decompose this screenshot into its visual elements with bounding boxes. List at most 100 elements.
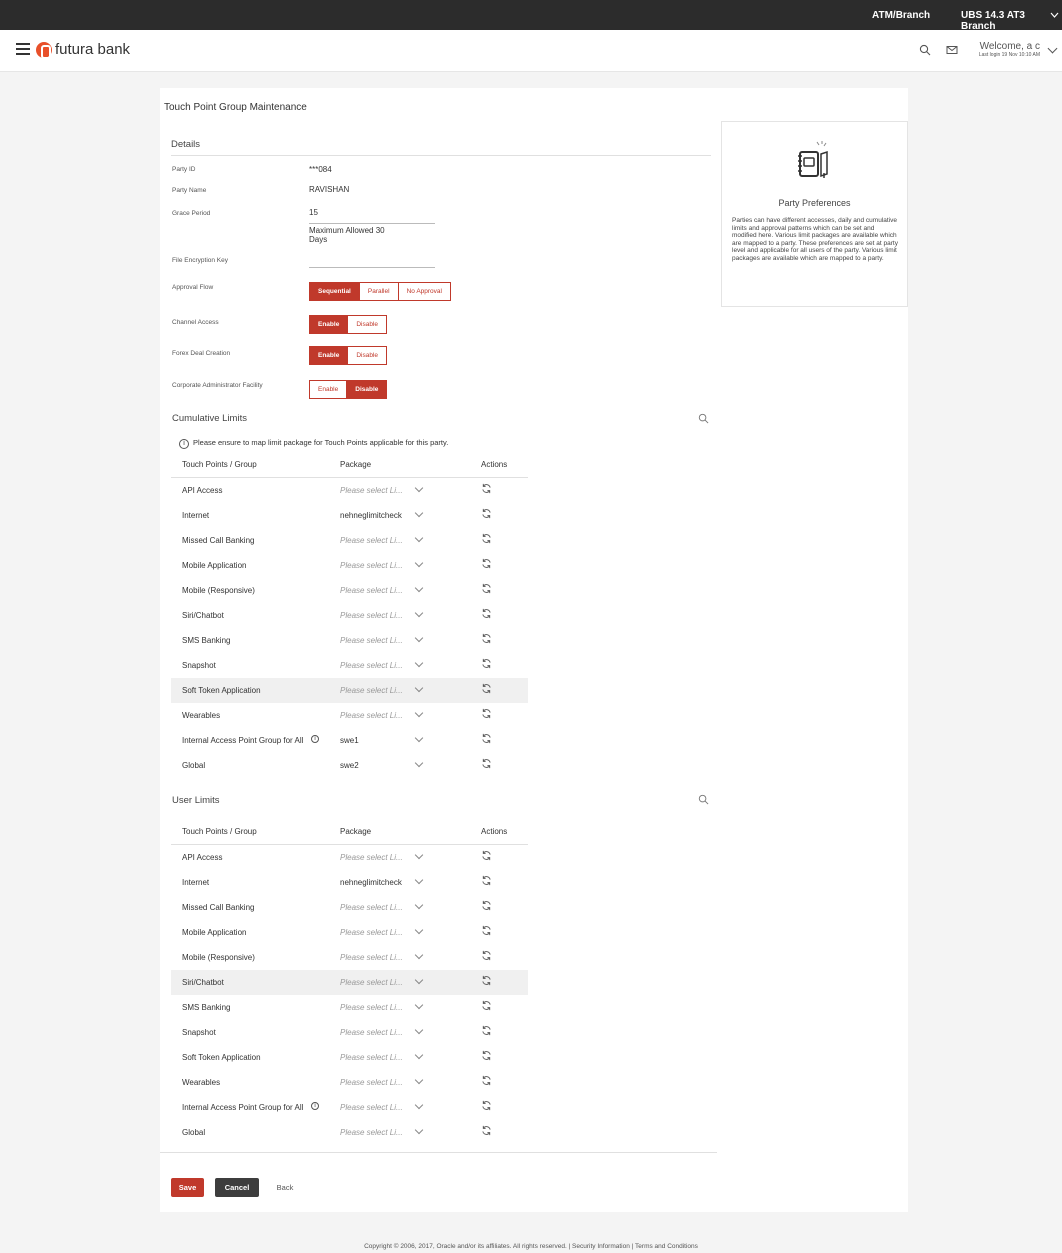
info-icon[interactable]: i bbox=[311, 1102, 319, 1110]
refresh-icon[interactable] bbox=[481, 633, 492, 644]
file-encryption-key-input[interactable] bbox=[309, 255, 435, 268]
chevron-down-icon[interactable] bbox=[414, 708, 424, 718]
channel-access-enable[interactable]: Enable bbox=[309, 315, 349, 334]
chevron-down-icon[interactable] bbox=[414, 1025, 424, 1035]
package-select[interactable]: Please select Li... bbox=[340, 903, 403, 912]
refresh-icon[interactable] bbox=[481, 708, 492, 719]
package-select[interactable]: Please select Li... bbox=[340, 711, 403, 720]
refresh-icon[interactable] bbox=[481, 758, 492, 769]
chevron-down-icon[interactable] bbox=[414, 508, 424, 518]
chevron-down-icon[interactable] bbox=[414, 850, 424, 860]
chevron-down-icon[interactable] bbox=[414, 950, 424, 960]
brand-logo[interactable]: futura bank bbox=[36, 41, 130, 59]
search-icon[interactable] bbox=[698, 413, 709, 424]
refresh-icon[interactable] bbox=[481, 733, 492, 744]
refresh-icon[interactable] bbox=[481, 950, 492, 961]
approval-sequential-option[interactable]: Sequential bbox=[309, 282, 360, 301]
forex-disable[interactable]: Disable bbox=[348, 346, 387, 365]
chevron-down-icon[interactable] bbox=[1047, 43, 1058, 54]
chevron-down-icon[interactable] bbox=[414, 483, 424, 493]
package-select[interactable]: Please select Li... bbox=[340, 1103, 403, 1112]
approval-parallel-option[interactable]: Parallel bbox=[359, 282, 399, 301]
mail-icon[interactable] bbox=[946, 44, 958, 56]
chevron-down-icon[interactable] bbox=[414, 875, 424, 885]
refresh-icon[interactable] bbox=[481, 533, 492, 544]
package-select[interactable]: Please select Li... bbox=[340, 853, 403, 862]
corp-admin-disable[interactable]: Disable bbox=[347, 380, 388, 399]
chevron-down-icon[interactable] bbox=[414, 558, 424, 568]
package-select[interactable]: swe2 bbox=[340, 761, 359, 770]
package-select[interactable]: Please select Li... bbox=[340, 928, 403, 937]
package-select[interactable]: Please select Li... bbox=[340, 686, 403, 695]
chevron-down-icon[interactable] bbox=[1050, 12, 1059, 18]
refresh-icon[interactable] bbox=[481, 658, 492, 669]
refresh-icon[interactable] bbox=[481, 1025, 492, 1036]
refresh-icon[interactable] bbox=[481, 608, 492, 619]
package-select[interactable]: Please select Li... bbox=[340, 1128, 403, 1137]
grace-period-input[interactable]: 15 bbox=[309, 208, 318, 217]
package-select[interactable]: Please select Li... bbox=[340, 978, 403, 987]
package-select[interactable]: Please select Li... bbox=[340, 636, 403, 645]
chevron-down-icon[interactable] bbox=[414, 1000, 424, 1010]
search-icon[interactable] bbox=[698, 794, 709, 805]
refresh-icon[interactable] bbox=[481, 683, 492, 694]
chevron-down-icon[interactable] bbox=[414, 900, 424, 910]
corp-admin-enable[interactable]: Enable bbox=[309, 380, 348, 399]
branch-selector[interactable]: UBS 14.3 AT3 Branch bbox=[961, 10, 1062, 32]
approval-none-option[interactable]: No Approval bbox=[398, 282, 451, 301]
refresh-icon[interactable] bbox=[481, 1075, 492, 1086]
refresh-icon[interactable] bbox=[481, 1050, 492, 1061]
package-select[interactable]: Please select Li... bbox=[340, 1053, 403, 1062]
location-label[interactable]: ATM/Branch bbox=[872, 10, 930, 21]
package-select[interactable]: swe1 bbox=[340, 736, 359, 745]
chevron-down-icon[interactable] bbox=[414, 683, 424, 693]
package-select[interactable]: Please select Li... bbox=[340, 953, 403, 962]
chevron-down-icon[interactable] bbox=[414, 1125, 424, 1135]
chevron-down-icon[interactable] bbox=[414, 658, 424, 668]
user-menu[interactable]: Welcome, a c Last login 19 Nov 10:10 AM bbox=[979, 41, 1040, 58]
refresh-icon[interactable] bbox=[481, 558, 492, 569]
chevron-down-icon[interactable] bbox=[414, 1075, 424, 1085]
chevron-down-icon[interactable] bbox=[414, 733, 424, 743]
save-button[interactable]: Save bbox=[171, 1178, 204, 1197]
cancel-button[interactable]: Cancel bbox=[215, 1178, 259, 1197]
forex-enable[interactable]: Enable bbox=[309, 346, 349, 365]
hamburger-icon[interactable] bbox=[16, 43, 30, 55]
chevron-down-icon[interactable] bbox=[414, 975, 424, 985]
package-select[interactable]: Please select Li... bbox=[340, 611, 403, 620]
package-select[interactable]: Please select Li... bbox=[340, 661, 403, 670]
package-select[interactable]: Please select Li... bbox=[340, 1003, 403, 1012]
chevron-down-icon[interactable] bbox=[414, 608, 424, 618]
chevron-down-icon[interactable] bbox=[414, 583, 424, 593]
chevron-down-icon[interactable] bbox=[414, 925, 424, 935]
touch-point-name: Internal Access Point Group for All bbox=[182, 736, 304, 745]
search-icon[interactable] bbox=[919, 44, 931, 56]
chevron-down-icon[interactable] bbox=[414, 1050, 424, 1060]
refresh-icon[interactable] bbox=[481, 850, 492, 861]
package-select[interactable]: Please select Li... bbox=[340, 486, 403, 495]
refresh-icon[interactable] bbox=[481, 925, 492, 936]
channel-access-disable[interactable]: Disable bbox=[348, 315, 387, 334]
package-select[interactable]: nehneglimitcheck bbox=[340, 878, 402, 887]
refresh-icon[interactable] bbox=[481, 583, 492, 594]
refresh-icon[interactable] bbox=[481, 875, 492, 886]
refresh-icon[interactable] bbox=[481, 975, 492, 986]
refresh-icon[interactable] bbox=[481, 508, 492, 519]
refresh-icon[interactable] bbox=[481, 1125, 492, 1136]
package-select[interactable]: Please select Li... bbox=[340, 586, 403, 595]
refresh-icon[interactable] bbox=[481, 1000, 492, 1011]
refresh-icon[interactable] bbox=[481, 483, 492, 494]
package-select[interactable]: Please select Li... bbox=[340, 1078, 403, 1087]
chevron-down-icon[interactable] bbox=[414, 533, 424, 543]
package-select[interactable]: Please select Li... bbox=[340, 1028, 403, 1037]
info-icon[interactable]: i bbox=[311, 735, 319, 743]
refresh-icon[interactable] bbox=[481, 900, 492, 911]
package-select[interactable]: Please select Li... bbox=[340, 536, 403, 545]
package-select[interactable]: nehneglimitcheck bbox=[340, 511, 402, 520]
back-link[interactable]: Back bbox=[271, 1178, 299, 1197]
chevron-down-icon[interactable] bbox=[414, 1100, 424, 1110]
refresh-icon[interactable] bbox=[481, 1100, 492, 1111]
chevron-down-icon[interactable] bbox=[414, 633, 424, 643]
package-select[interactable]: Please select Li... bbox=[340, 561, 403, 570]
chevron-down-icon[interactable] bbox=[414, 758, 424, 768]
